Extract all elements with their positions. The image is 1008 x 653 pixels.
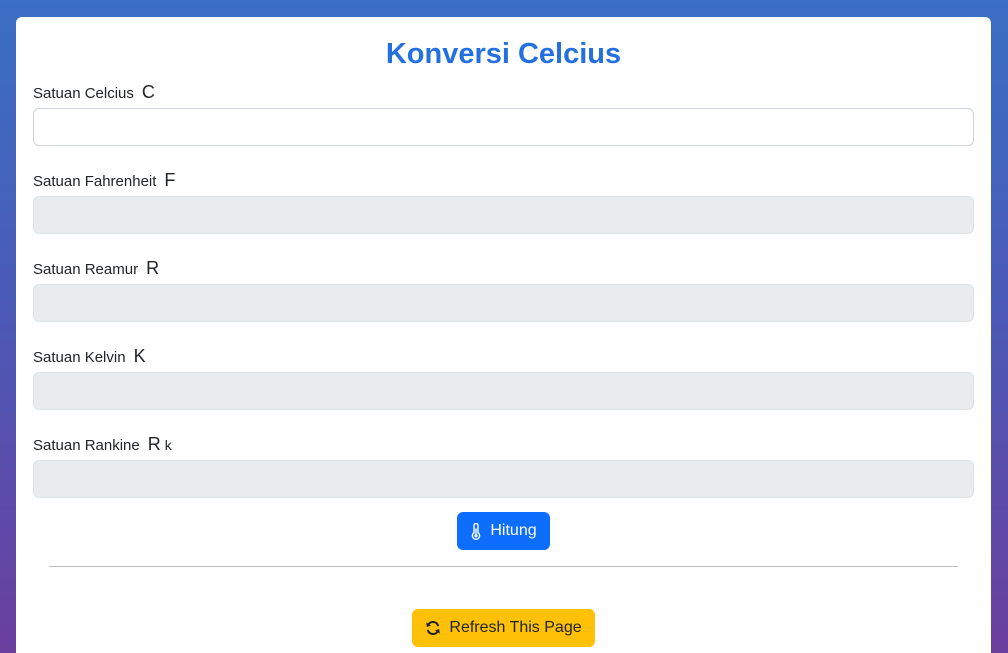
field-celcius: Satuan Celcius C (33, 72, 974, 146)
unit-symbol: R (146, 258, 160, 278)
field-label-row: Satuan Rankine R k (33, 424, 974, 460)
field-label: Satuan Rankine (33, 437, 140, 454)
calculate-button[interactable]: Hitung (457, 512, 550, 550)
refresh-row: Refresh This Page (33, 577, 974, 647)
unit-subscript: k (164, 437, 172, 453)
divider (49, 566, 958, 567)
field-label-row: Satuan Reamur R (33, 248, 974, 284)
field-rankine: Satuan Rankine R k (33, 424, 974, 498)
unit-symbol: K (133, 346, 146, 366)
kelvin-output (33, 372, 974, 410)
unit-symbol: R (147, 434, 161, 454)
converter-card: Konversi Celcius Satuan Celcius C Satuan… (16, 17, 991, 653)
refresh-button-label: Refresh This Page (449, 619, 582, 636)
calculate-row: Hitung (33, 512, 974, 550)
page-title: Konversi Celcius (385, 38, 622, 70)
field-label: Satuan Celcius (33, 85, 134, 102)
field-reamur: Satuan Reamur R (33, 248, 974, 322)
field-label: Satuan Reamur (33, 261, 139, 278)
field-fahrenheit: Satuan Fahrenheit F (33, 160, 974, 234)
field-label-row: Satuan Fahrenheit F (33, 160, 974, 196)
field-label-row: Satuan Kelvin K (33, 336, 974, 372)
field-label: Satuan Fahrenheit (33, 173, 157, 190)
field-kelvin: Satuan Kelvin K (33, 336, 974, 410)
celcius-input[interactable] (33, 108, 974, 146)
unit-symbol: F (164, 170, 176, 190)
refresh-button[interactable]: Refresh This Page (412, 609, 595, 647)
fahrenheit-output (33, 196, 974, 234)
unit-symbol: C (141, 82, 155, 102)
calculate-button-label: Hitung (490, 522, 537, 539)
field-label-row: Satuan Celcius C (33, 72, 974, 108)
thermometer-icon (470, 522, 482, 540)
field-label: Satuan Kelvin (33, 349, 126, 366)
refresh-icon (425, 620, 441, 636)
reamur-output (33, 284, 974, 322)
rankine-output (33, 460, 974, 498)
